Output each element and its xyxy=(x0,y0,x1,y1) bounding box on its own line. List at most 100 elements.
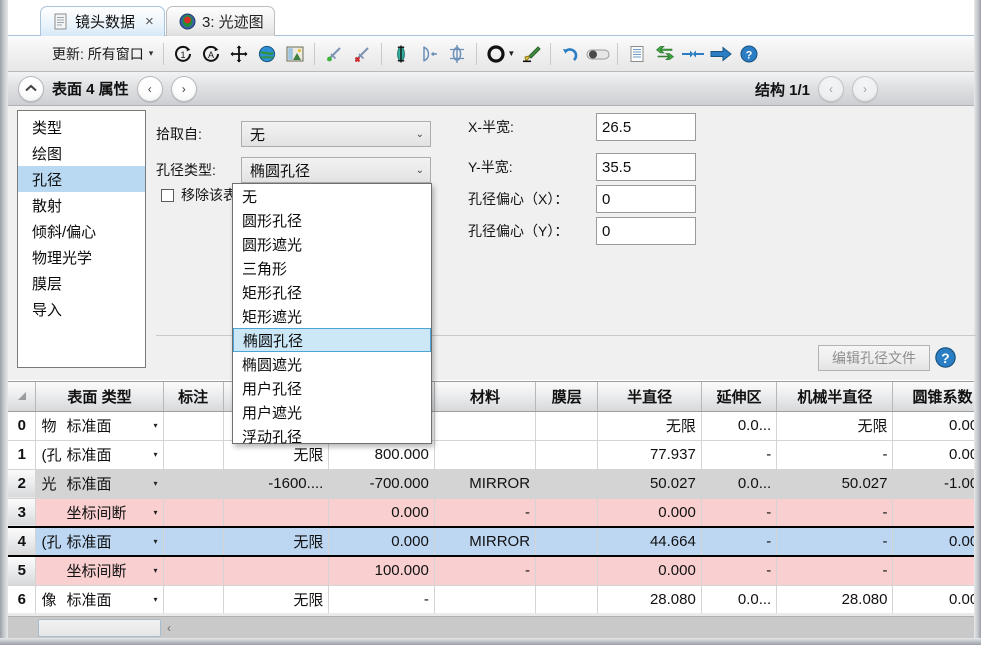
dropdown-option-none[interactable]: 无 xyxy=(233,184,431,208)
cell-surface-type[interactable]: 像标准面 ▾ xyxy=(35,585,164,615)
sidebar-item-coating[interactable]: 膜层 xyxy=(18,270,145,296)
cell-conic[interactable]: 0.000 xyxy=(892,585,974,615)
cell-material[interactable]: - xyxy=(434,556,537,586)
cell-conic[interactable]: 0.000 xyxy=(892,440,974,470)
cell-radius[interactable]: -1600.... xyxy=(223,469,330,499)
col-header-conic[interactable]: 圆锥系数 xyxy=(892,382,974,412)
chevron-down-icon[interactable]: ▼ xyxy=(507,49,515,58)
cell-thickness[interactable]: - xyxy=(328,585,435,615)
aperture-icon[interactable] xyxy=(483,41,509,67)
x-halfwidth-input[interactable]: 26.5 xyxy=(596,113,696,141)
cell-conic[interactable]: 0.000 xyxy=(892,526,974,557)
dropdown-option-elliptical-obscuration[interactable]: 椭圆遮光 xyxy=(233,352,431,376)
lens-data-table[interactable]: 表面 类型 标注 曲率半径 厚度 材料 膜层 半直径 延伸区 机械半直径 圆锥系… xyxy=(8,381,974,638)
row-number[interactable]: 4 xyxy=(8,526,37,557)
table-row[interactable]: 5 坐标间断 ▾ 100.000-0.000- - xyxy=(8,556,974,586)
col-header-comment[interactable]: 标注 xyxy=(163,382,224,412)
dropdown-option-rectangular-aperture[interactable]: 矩形孔径 xyxy=(233,280,431,304)
decenter-x-input[interactable]: 0 xyxy=(596,185,696,213)
horizontal-scrollbar[interactable]: ‹ xyxy=(8,616,974,638)
cell-semi-diameter[interactable]: 44.664 xyxy=(597,526,702,557)
col-header-mech-semi-diameter[interactable]: 机械半直径 xyxy=(776,382,894,412)
decenter-y-input[interactable]: 0 xyxy=(596,217,696,245)
insert-element-icon[interactable] xyxy=(388,41,414,67)
image-sim-icon[interactable] xyxy=(282,41,308,67)
dropdown-option-rectangular-obscuration[interactable]: 矩形遮光 xyxy=(233,304,431,328)
cell-comment[interactable] xyxy=(163,411,224,441)
cell-mech-semi-diameter[interactable]: - xyxy=(776,440,894,470)
row-number[interactable]: 1 xyxy=(8,440,37,470)
table-row[interactable]: 4(孔标准面▾无限0.000MIRROR44.664--0.0000 xyxy=(8,526,974,557)
cell-conic[interactable]: 0.000 xyxy=(892,411,974,441)
cell-mech-semi-diameter[interactable]: - xyxy=(776,556,894,586)
sidebar-item-aperture[interactable]: 孔径 xyxy=(18,166,145,192)
cell-material[interactable] xyxy=(434,411,537,441)
cell-comment[interactable] xyxy=(163,469,224,499)
cell-mech-semi-diameter[interactable]: - xyxy=(776,498,894,528)
cell-mech-semi-diameter[interactable]: 50.027 xyxy=(776,469,894,499)
cell-conic[interactable] xyxy=(892,498,974,528)
y-halfwidth-input[interactable]: 35.5 xyxy=(596,153,696,181)
cell-comment[interactable] xyxy=(163,498,224,528)
cell-coating[interactable] xyxy=(535,556,599,586)
cell-extend[interactable]: 0.0... xyxy=(701,585,778,615)
cell-surface-type[interactable]: 坐标间断 ▾ xyxy=(35,498,164,528)
cell-material[interactable]: MIRROR xyxy=(434,526,537,557)
col-header-semi-diameter[interactable]: 半直径 xyxy=(597,382,702,412)
swap-icon[interactable] xyxy=(652,41,678,67)
cell-mech-semi-diameter[interactable]: - xyxy=(776,526,894,557)
cell-conic[interactable] xyxy=(892,556,974,586)
delete-surface-icon[interactable] xyxy=(349,41,375,67)
edit-aperture-file-button[interactable]: 编辑孔径文件 xyxy=(818,345,930,371)
cell-radius[interactable] xyxy=(223,498,330,528)
cell-surface-type[interactable]: 坐标间断 ▾ xyxy=(35,556,164,586)
row-number[interactable]: 3 xyxy=(8,498,37,528)
cell-material[interactable]: - xyxy=(434,498,537,528)
dropdown-option-circular-obscuration[interactable]: 圆形遮光 xyxy=(233,232,431,256)
cell-extend[interactable]: - xyxy=(701,498,778,528)
next-surface-button[interactable]: › xyxy=(170,75,197,102)
cell-surface-type[interactable]: 物标准面 ▾ xyxy=(35,411,164,441)
table-row[interactable]: 2 光标准面 ▾ -1600.... -700.000 MIRROR 50.027 0.0..… xyxy=(8,469,974,499)
row-number[interactable]: 2 xyxy=(8,469,37,499)
help-icon[interactable]: ? xyxy=(736,41,762,67)
cell-semi-diameter[interactable]: 0.000 xyxy=(597,556,702,586)
row-number[interactable]: 0 xyxy=(8,411,37,441)
cell-surface-type[interactable]: (孔 标准面 ▾ xyxy=(35,526,164,557)
toggle-icon[interactable] xyxy=(585,41,611,67)
table-row[interactable]: 0物标准面▾无限0.0...无限0.0000 xyxy=(8,411,974,441)
tools-icon[interactable] xyxy=(518,41,544,67)
cell-coating[interactable] xyxy=(535,411,599,441)
cell-material[interactable] xyxy=(434,440,537,470)
remove-surface-row[interactable]: 移除该表 xyxy=(161,185,237,205)
move-crosshair-icon[interactable] xyxy=(226,41,252,67)
collapse-panel-button[interactable] xyxy=(18,75,44,102)
cell-semi-diameter[interactable]: 无限 xyxy=(597,411,702,441)
report-icon[interactable] xyxy=(624,41,650,67)
cell-extend[interactable]: 0.0... xyxy=(701,411,778,441)
next-icon[interactable] xyxy=(708,41,734,67)
cell-coating[interactable] xyxy=(535,585,599,615)
update-mode-label[interactable]: 更新: 所有窗口 xyxy=(52,44,144,64)
cell-surface-type[interactable]: (孔 标准面 ▾ xyxy=(35,440,164,470)
cell-extend[interactable]: - xyxy=(701,556,778,586)
cell-semi-diameter[interactable]: 77.937 xyxy=(597,440,702,470)
cell-thickness[interactable]: 0.000 xyxy=(328,498,435,528)
panel-help-icon[interactable]: ? xyxy=(934,346,957,374)
col-header-surface-type[interactable]: 表面 类型 xyxy=(35,382,164,412)
remove-surface-checkbox[interactable] xyxy=(161,188,174,202)
pickup-from-select[interactable]: 无 ⌄ xyxy=(241,121,431,147)
cell-comment[interactable] xyxy=(163,585,224,615)
col-header-extend[interactable]: 延伸区 xyxy=(701,382,778,412)
cell-extend[interactable]: - xyxy=(701,440,778,470)
globe-icon[interactable] xyxy=(254,41,280,67)
cell-material[interactable] xyxy=(434,585,537,615)
table-row[interactable]: 6像标准面▾无限-28.0800.0...28.0800.0000 xyxy=(8,585,974,615)
insert-surface-icon[interactable] xyxy=(321,41,347,67)
cell-mech-semi-diameter[interactable]: 无限 xyxy=(776,411,894,441)
cell-semi-diameter[interactable]: 0.000 xyxy=(597,498,702,528)
dropdown-option-user-obscuration[interactable]: 用户遮光 xyxy=(233,400,431,424)
prev-config-button[interactable]: ‹ xyxy=(818,76,844,102)
converge-icon[interactable] xyxy=(680,41,706,67)
row-number[interactable]: 6 xyxy=(8,585,37,615)
